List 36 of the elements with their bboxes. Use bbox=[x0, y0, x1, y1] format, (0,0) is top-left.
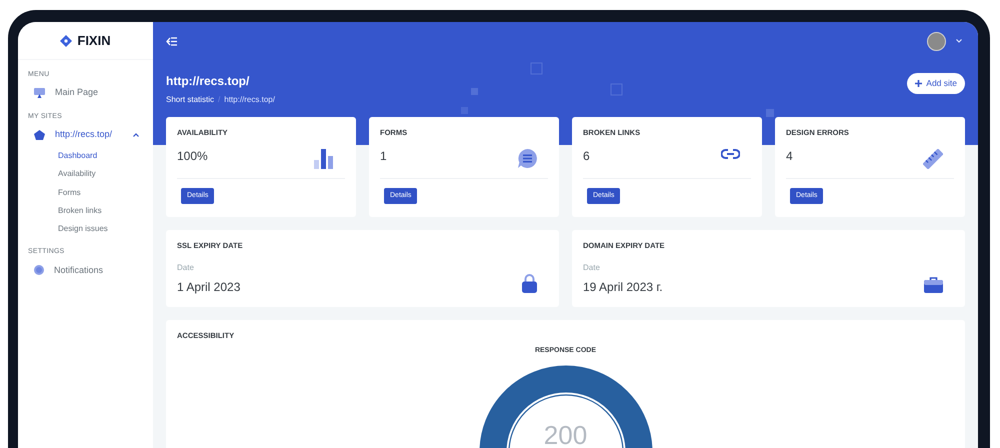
monitor-icon bbox=[34, 88, 45, 98]
chat-icon bbox=[518, 149, 537, 168]
logo-text: FIXIN bbox=[77, 32, 111, 50]
date-label: Date bbox=[177, 262, 195, 274]
nav-subitem[interactable]: Design issues bbox=[58, 220, 143, 238]
page-title: http://recs.top/ bbox=[166, 73, 250, 90]
plus-icon bbox=[915, 80, 922, 87]
breadcrumb-item: http://recs.top/ bbox=[224, 94, 275, 106]
gauge-value: 200 bbox=[542, 422, 588, 448]
breadcrumb-separator: / bbox=[218, 94, 220, 106]
nav-subitem[interactable]: Availability bbox=[58, 165, 143, 184]
briefcase-icon bbox=[924, 277, 943, 294]
nav-subitem[interactable]: Dashboard bbox=[58, 147, 143, 166]
bell-icon bbox=[34, 265, 44, 276]
nav-subitem[interactable]: Forms bbox=[58, 184, 143, 202]
nav-item[interactable]: Notifications bbox=[28, 258, 143, 282]
lock-icon bbox=[522, 274, 537, 294]
stat-value: 4 bbox=[786, 148, 793, 166]
logo-icon bbox=[60, 34, 72, 46]
add-site-button[interactable]: Add site bbox=[907, 73, 965, 94]
date-label: Date bbox=[583, 262, 601, 274]
pentagon-icon bbox=[34, 130, 45, 140]
menu-collapse-icon[interactable] bbox=[166, 36, 177, 46]
chevron-down-icon[interactable] bbox=[956, 39, 962, 43]
stat-value: 1 bbox=[380, 148, 387, 166]
avatar[interactable] bbox=[927, 32, 946, 50]
nav-item[interactable]: Main Page bbox=[28, 81, 143, 105]
breadcrumb-item[interactable]: Short statistic bbox=[166, 94, 214, 106]
date-value: 19 April 2023 г. bbox=[583, 279, 663, 296]
nav-subitem[interactable]: Broken links bbox=[58, 202, 143, 220]
bar-chart-icon bbox=[314, 149, 334, 170]
date-value: 1 April 2023 bbox=[177, 279, 240, 296]
stat-value: 100% bbox=[177, 148, 208, 166]
link-icon bbox=[721, 149, 740, 160]
stat-value: 6 bbox=[583, 148, 590, 166]
nav-item[interactable]: http://recs.top/ bbox=[28, 123, 143, 147]
